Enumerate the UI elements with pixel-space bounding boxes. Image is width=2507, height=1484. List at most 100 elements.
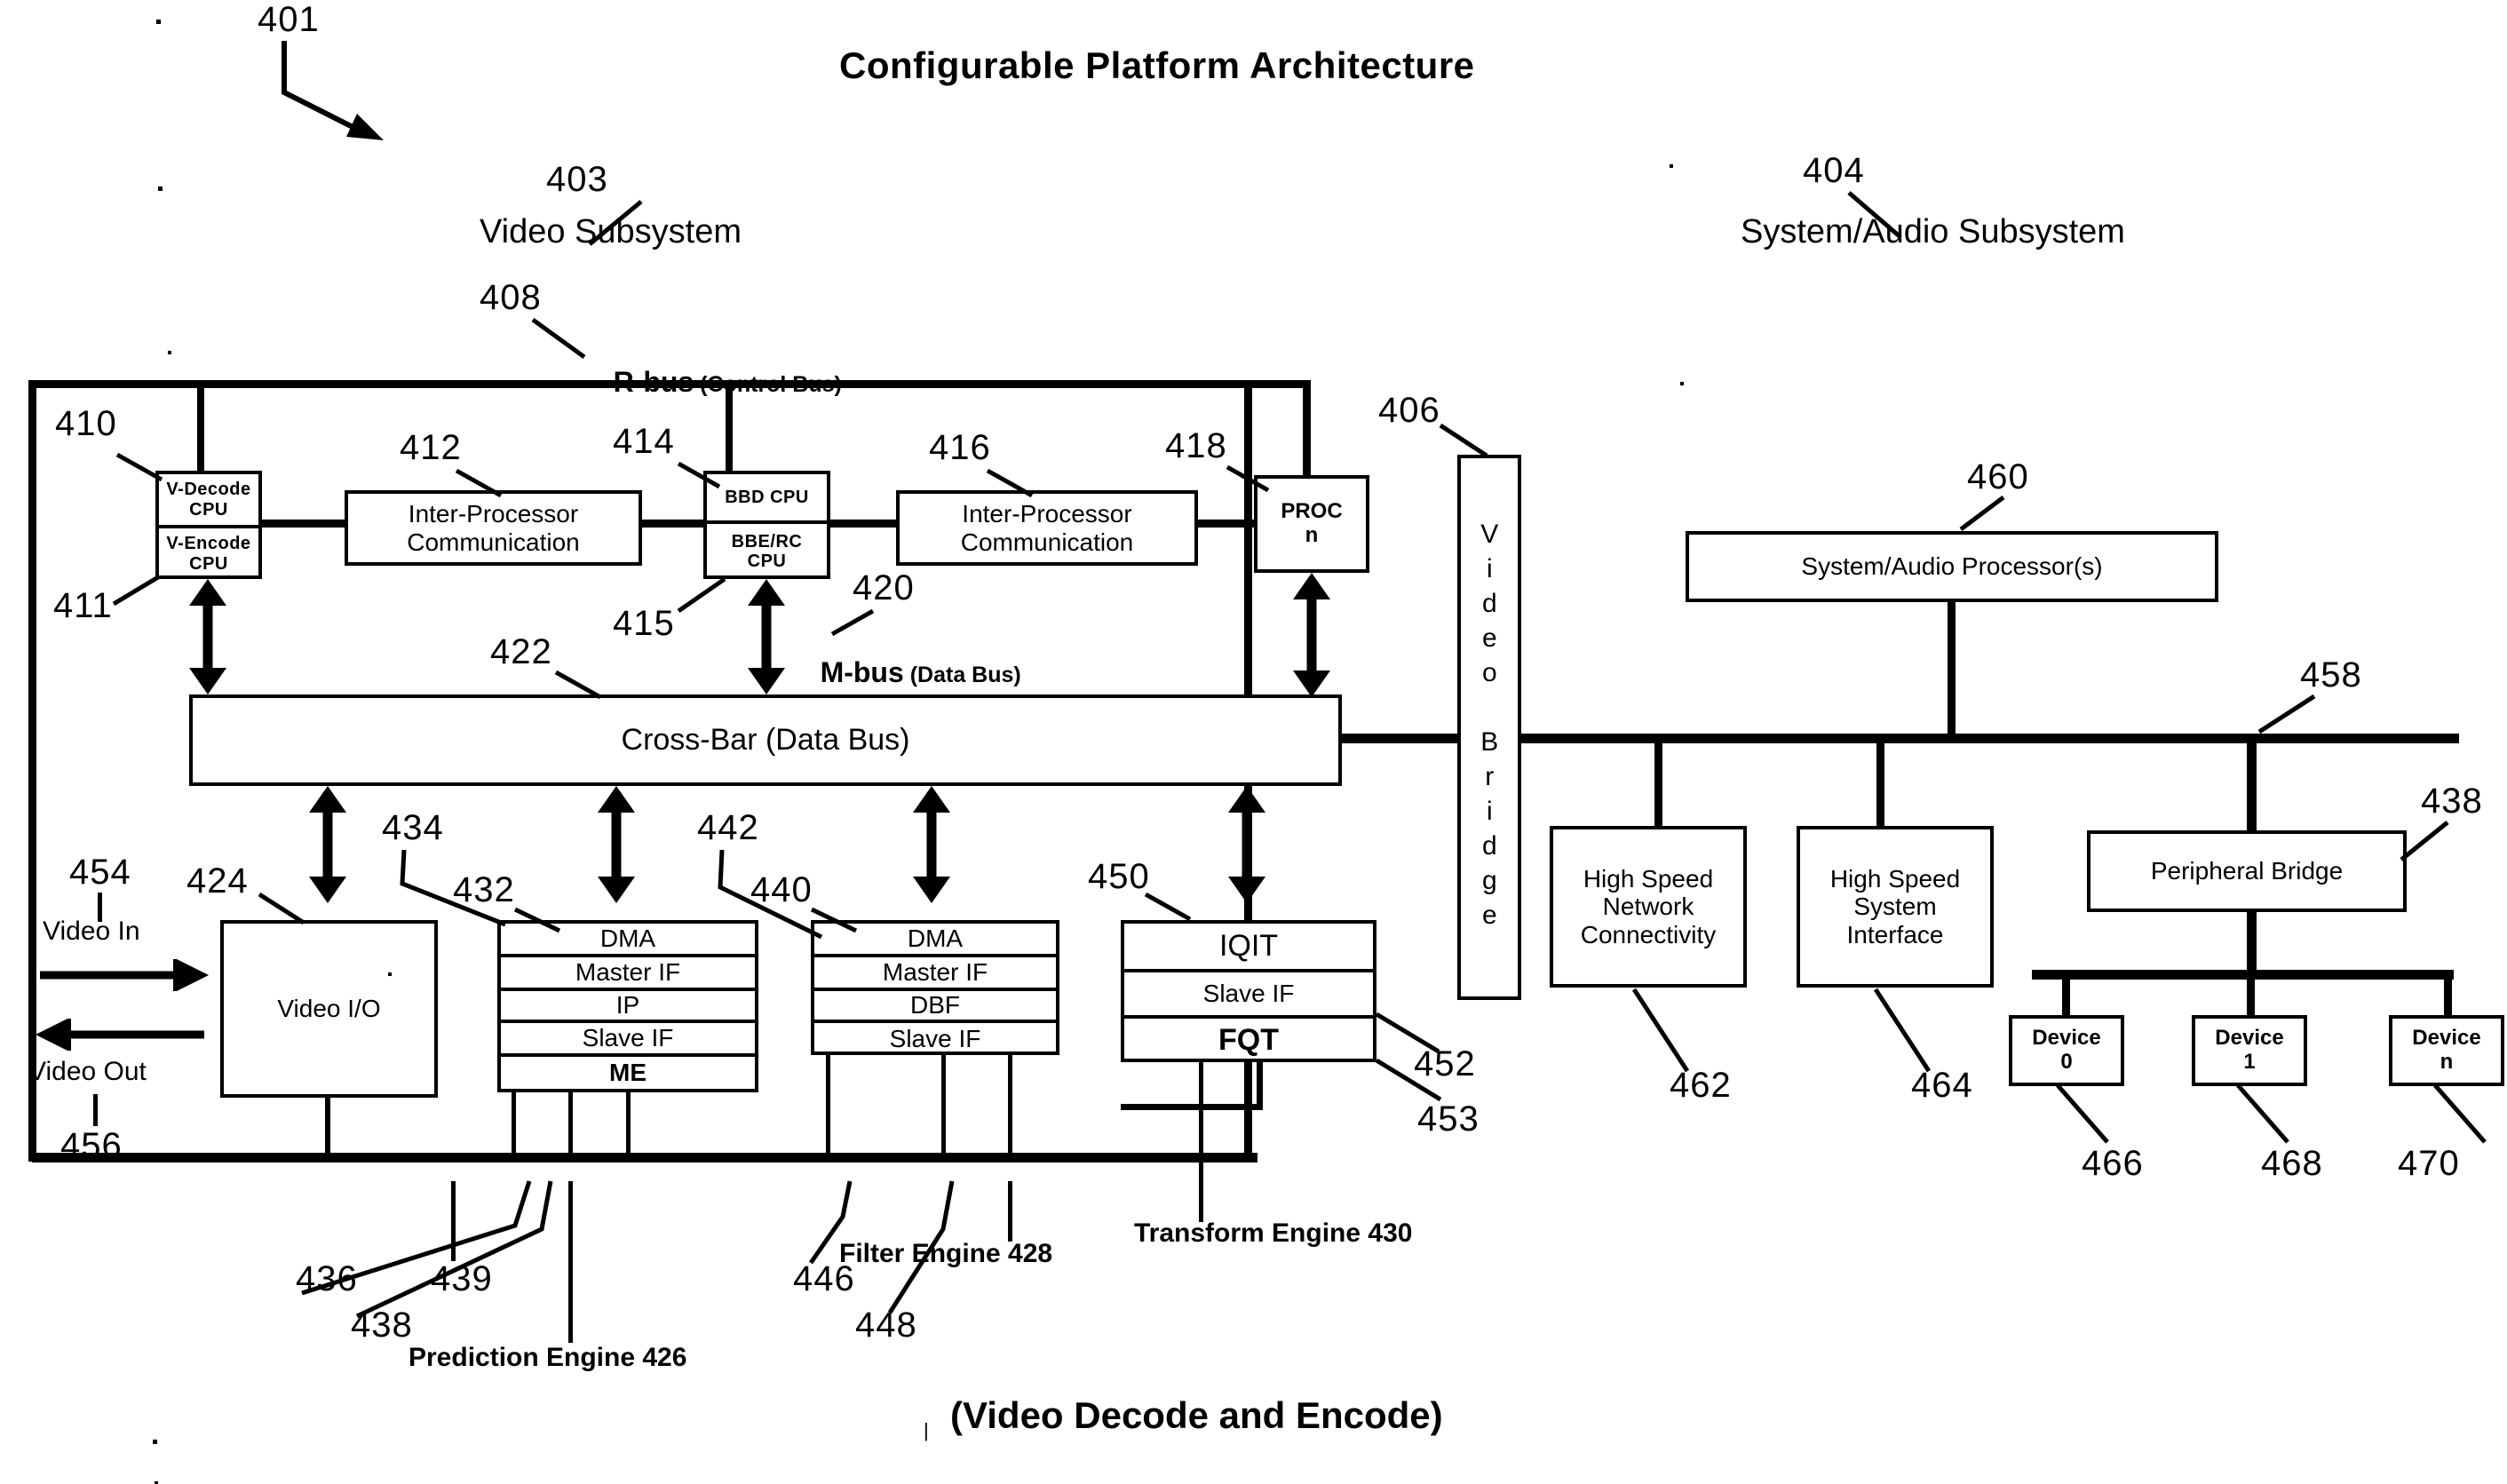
ref-420: 420 <box>853 568 915 607</box>
drop-network <box>1654 739 1662 828</box>
prediction-row-2: IP <box>501 991 755 1023</box>
system-audio-processor-box[interactable]: System/Audio Processor(s) <box>1686 531 2218 602</box>
ref-403: 403 <box>546 160 608 199</box>
patent-figure: Configurable Platform Architecture 401 V… <box>0 0 2507 1484</box>
ref-450: 450 <box>1088 857 1150 896</box>
device-1-box[interactable]: Device 1 <box>2192 1015 2307 1086</box>
drop-pe-3 <box>626 1092 631 1155</box>
inter-processor-communication-right[interactable]: Inter-Processor Communication <box>896 490 1198 566</box>
leader-408 <box>529 317 591 362</box>
rbus-stub-vdecode <box>197 384 204 472</box>
prediction-engine-name: Prediction Engine <box>409 1343 636 1372</box>
link-sap-systembus <box>1948 600 1956 735</box>
v-decode-cpu-label: V-Decode CPU <box>159 474 258 528</box>
ref-428: 428 <box>1008 1239 1053 1268</box>
leader-439 <box>451 1181 456 1261</box>
drop-device-n <box>2444 975 2452 1018</box>
leader-453 <box>1375 1058 1448 1105</box>
ref-406: 406 <box>1378 391 1440 430</box>
device-n-box[interactable]: Device n <box>2389 1015 2504 1086</box>
prediction-row-1: Master IF <box>501 957 755 991</box>
link-cpu1-ipc-left <box>260 520 345 528</box>
arrow-cpu2-crossbar <box>741 579 792 699</box>
arrow-crossbar-filter <box>906 786 957 908</box>
ref-415: 415 <box>613 604 675 643</box>
prediction-row-4[interactable]: ME <box>497 1053 758 1092</box>
ref-432: 432 <box>453 870 515 909</box>
leader-406 <box>1439 423 1494 459</box>
video-io-box[interactable]: Video I/O <box>220 920 438 1098</box>
ref-462: 462 <box>1670 1066 1732 1105</box>
drop-peripheral-bridge <box>2247 739 2257 837</box>
drop-device-1 <box>2247 975 2255 1018</box>
transform-row-2: FQT <box>1218 1023 1279 1058</box>
device-0-box[interactable]: Device 0 <box>2009 1015 2124 1086</box>
drop-pe-1 <box>512 1092 516 1155</box>
transform-engine-box[interactable]: IQIT Slave IF FQT <box>1121 920 1376 1062</box>
inter-processor-communication-left[interactable]: Inter-Processor Communication <box>345 490 642 566</box>
transform-engine-label: Transform Engine 430 <box>1134 1218 1412 1249</box>
arrow-crossbar-prediction <box>591 786 642 908</box>
leader-420 <box>830 608 880 638</box>
page-title: Configurable Platform Architecture <box>839 44 1475 86</box>
ref-430: 430 <box>1368 1218 1413 1248</box>
scan-speck <box>1680 382 1684 385</box>
transform-engine-name: Transform Engine <box>1134 1218 1361 1248</box>
leader-415 <box>677 576 730 615</box>
v-decode-encode-cpu-stack[interactable]: V-Decode CPU V-Encode CPU <box>155 471 262 579</box>
ref-442: 442 <box>697 808 759 847</box>
ref-411: 411 <box>53 586 113 625</box>
ref-424: 424 <box>186 861 249 901</box>
ref-434: 434 <box>382 808 444 847</box>
caption-tick: | <box>924 1419 929 1441</box>
video-subsystem-lower-rail <box>32 1153 1257 1163</box>
cross-bar-box[interactable]: Cross-Bar (Data Bus) <box>189 694 1342 786</box>
drop-fe-2 <box>941 1055 946 1155</box>
ref-440: 440 <box>750 870 813 909</box>
peripheral-bus-line <box>2032 970 2454 980</box>
ref-426: 426 <box>642 1343 687 1372</box>
rbus-stub-bbd <box>726 384 733 472</box>
high-speed-network-connectivity-box[interactable]: High Speed Network Connectivity <box>1550 826 1747 988</box>
ref-468: 468 <box>2261 1144 2323 1183</box>
link-cpu2-ipc-right <box>829 520 900 528</box>
video-bridge-box[interactable]: Video Bridge <box>1457 455 1521 1000</box>
ref-422: 422 <box>490 632 552 671</box>
link-crossbar-video-bridge <box>1338 734 1463 743</box>
ref-401: 401 <box>258 0 320 39</box>
mbus-qualifier: (Data Bus) <box>909 663 1021 687</box>
leader-458 <box>2256 694 2318 737</box>
leader-464 <box>1873 988 1936 1076</box>
leader-450 <box>1144 892 1197 924</box>
ref-448: 448 <box>855 1305 917 1345</box>
mbus-name: M-bus <box>820 656 904 688</box>
ref-464: 464 <box>1911 1066 1973 1105</box>
figure-caption: (Video Decode and Encode) <box>950 1394 1443 1436</box>
ref-453: 453 <box>1417 1099 1480 1139</box>
filter-engine-box[interactable]: DMA Master IF DBF Slave IF <box>811 920 1059 1055</box>
leader-404 <box>1845 191 1908 244</box>
filter-engine-name: Filter Engine <box>839 1239 1001 1268</box>
drop-fe-1 <box>826 1055 830 1155</box>
leader-416 <box>986 468 1039 500</box>
rbus-right-drop <box>1303 380 1311 478</box>
transform-row-0: IQIT <box>1124 924 1373 972</box>
high-speed-system-interface-box[interactable]: High Speed System Interface <box>1797 826 1994 988</box>
drop-pe-2 <box>568 1092 573 1155</box>
leader-414 <box>677 461 726 490</box>
leader-440 <box>810 907 863 934</box>
link-ipc-left-cpu2 <box>640 520 705 528</box>
leader-411 <box>112 575 165 607</box>
filter-row-2: DBF <box>814 991 1056 1023</box>
v-encode-cpu-label: V-Encode CPU <box>166 534 251 574</box>
video-bridge-label: Video Bridge <box>1474 520 1504 935</box>
drop-te-elbow <box>1121 1104 1263 1110</box>
arrow-procn-crossbar <box>1286 573 1337 702</box>
rbus-line <box>32 380 1311 388</box>
video-out-label: Video Out <box>28 1057 147 1086</box>
arrow-cpu1-crossbar <box>182 579 234 699</box>
video-in-label: Video In <box>43 917 140 946</box>
peripheral-bridge-box[interactable]: Peripheral Bridge <box>2087 830 2407 912</box>
ref-404: 404 <box>1803 151 1865 190</box>
drop-fe-3 <box>1008 1055 1012 1155</box>
